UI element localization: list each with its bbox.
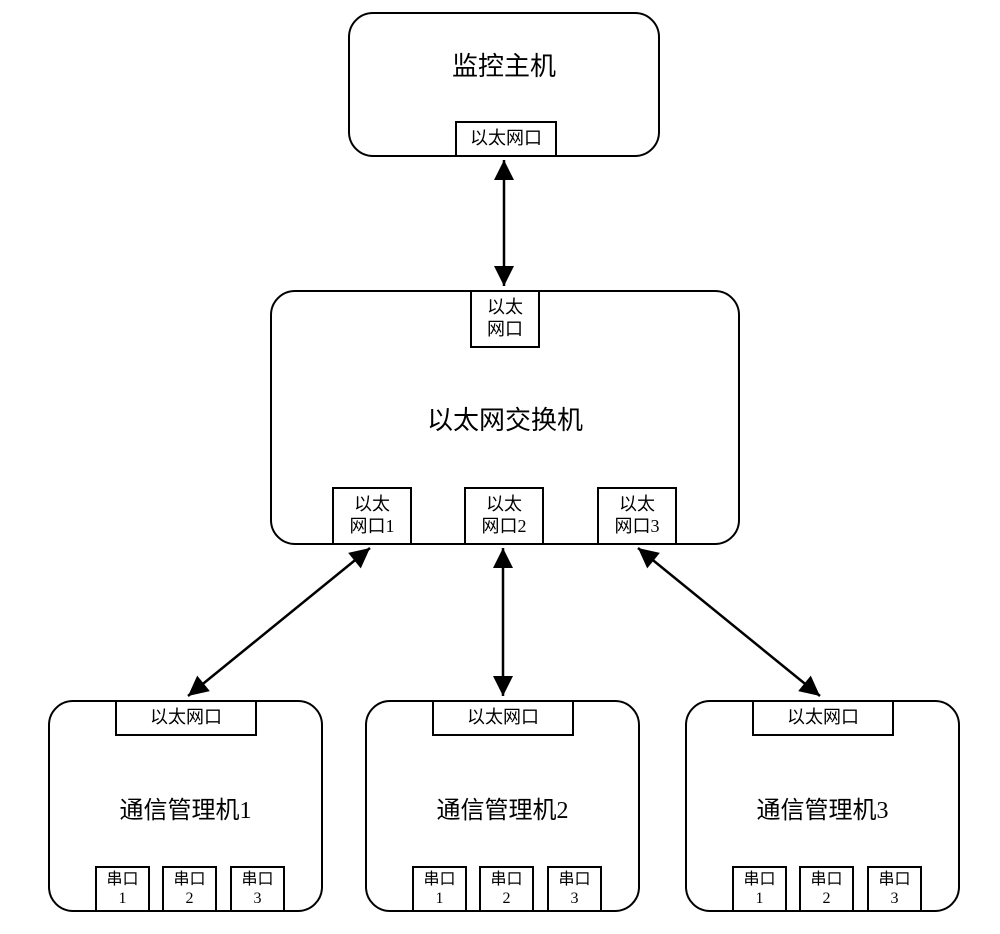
comm3-eth-port: 以太网口 <box>752 700 894 736</box>
switch-top-port: 以太 网口 <box>470 290 540 348</box>
comm2-title: 通信管理机2 <box>367 790 638 825</box>
switch-port-2-label: 以太 网口2 <box>482 494 527 537</box>
monitor-host-title: 监控主机 <box>350 46 658 83</box>
comm3-eth-port-label: 以太网口 <box>787 707 859 729</box>
comm2-serial-1-label: 串口 1 <box>423 870 455 908</box>
comm1-serial-2: 串口 2 <box>162 866 217 912</box>
comm2-serial-2: 串口 2 <box>479 866 534 912</box>
comm2-serial-3-label: 串口 3 <box>558 870 590 908</box>
line-switch-comm1 <box>188 548 370 696</box>
comm1-serial-2-label: 串口 2 <box>173 870 205 908</box>
comm-manager-1-node: 以太网口 通信管理机1 串口 1 串口 2 串口 3 <box>48 700 323 912</box>
monitor-host-node: 监控主机 以太网口 <box>348 12 660 157</box>
monitor-eth-port: 以太网口 <box>455 121 557 157</box>
comm3-serial-3: 串口 3 <box>867 866 922 912</box>
switch-port-2: 以太 网口2 <box>464 487 544 545</box>
comm1-eth-port-label: 以太网口 <box>150 707 222 729</box>
comm3-serial-3-label: 串口 3 <box>878 870 910 908</box>
comm1-serial-3: 串口 3 <box>230 866 285 912</box>
comm2-serial-3: 串口 3 <box>547 866 602 912</box>
comm1-serial-3-label: 串口 3 <box>241 870 273 908</box>
comm1-serial-1-label: 串口 1 <box>106 870 138 908</box>
switch-title: 以太网交换机 <box>272 400 738 437</box>
switch-port-1-label: 以太 网口1 <box>350 494 395 537</box>
comm1-serial-1: 串口 1 <box>95 866 150 912</box>
comm2-eth-port: 以太网口 <box>432 700 574 736</box>
line-switch-comm3 <box>638 548 820 696</box>
comm1-title: 通信管理机1 <box>50 790 321 825</box>
comm-manager-2-node: 以太网口 通信管理机2 串口 1 串口 2 串口 3 <box>365 700 640 912</box>
switch-top-port-label: 以太 网口 <box>487 297 523 340</box>
comm2-eth-port-label: 以太网口 <box>467 707 539 729</box>
comm-manager-3-node: 以太网口 通信管理机3 串口 1 串口 2 串口 3 <box>685 700 960 912</box>
switch-port-3: 以太 网口3 <box>597 487 677 545</box>
comm3-serial-2: 串口 2 <box>799 866 854 912</box>
comm3-serial-2-label: 串口 2 <box>810 870 842 908</box>
switch-port-3-label: 以太 网口3 <box>615 494 660 537</box>
switch-port-1: 以太 网口1 <box>332 487 412 545</box>
monitor-eth-port-label: 以太网口 <box>470 128 542 150</box>
comm2-serial-2-label: 串口 2 <box>490 870 522 908</box>
comm1-eth-port: 以太网口 <box>115 700 257 736</box>
comm2-serial-1: 串口 1 <box>412 866 467 912</box>
ethernet-switch-node: 以太 网口 以太网交换机 以太 网口1 以太 网口2 以太 网口3 <box>270 290 740 545</box>
comm3-serial-1: 串口 1 <box>732 866 787 912</box>
comm3-title: 通信管理机3 <box>687 790 958 825</box>
comm3-serial-1-label: 串口 1 <box>743 870 775 908</box>
